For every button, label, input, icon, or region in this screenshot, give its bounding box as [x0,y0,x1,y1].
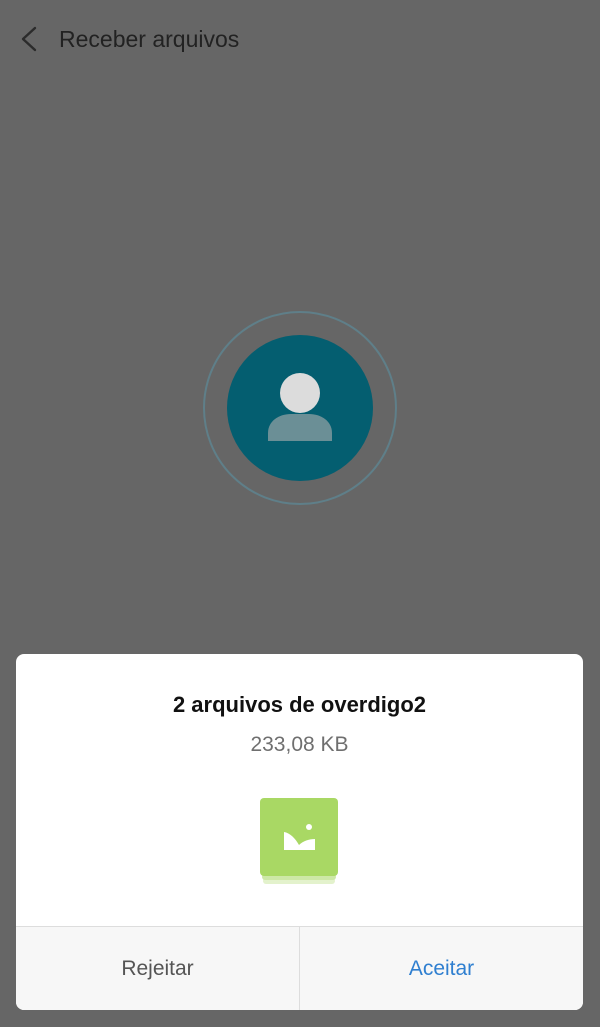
reject-button[interactable]: Rejeitar [16,927,300,1010]
dialog-actions: Rejeitar Aceitar [16,926,583,1010]
dialog-title: 2 arquivos de overdigo2 [172,692,427,717]
file-size: 233,08 KB [250,733,349,756]
avatar-circle [227,335,373,481]
page-title: Receber arquivos [59,26,240,52]
back-button[interactable] [14,22,48,56]
person-icon [268,373,332,441]
receive-files-dialog: 2 arquivos de overdigo2 233,08 KB Rejeit… [16,654,583,1010]
image-stack-icon [259,798,339,888]
chevron-left-icon [21,26,37,52]
app-header: Receber arquivos [0,0,600,78]
sender-avatar [203,311,397,505]
accept-button[interactable]: Aceitar [300,927,583,1010]
